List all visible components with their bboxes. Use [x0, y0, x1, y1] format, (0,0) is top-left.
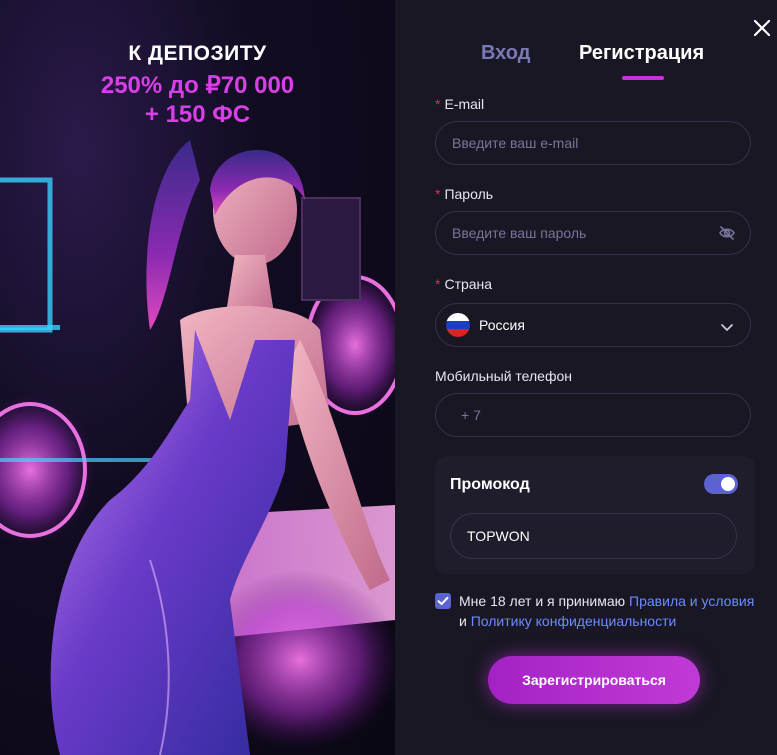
agreement-text-middle: и — [459, 613, 471, 629]
agreement-text-before: Мне 18 лет и я принимаю — [459, 593, 630, 609]
country-select[interactable]: Россия — [435, 303, 751, 347]
password-label: * Пароль — [435, 186, 493, 202]
promo-code-label: Промокод — [450, 476, 530, 493]
rules-link[interactable]: Правила и условия — [629, 593, 754, 609]
country-value: Россия — [479, 317, 525, 333]
required-marker: * — [435, 96, 441, 112]
email-field[interactable]: Введите ваш e-mail — [435, 121, 751, 165]
promo-bonus-line1: 250% до ₽70 000 — [100, 72, 295, 99]
toggle-knob — [721, 477, 735, 491]
auth-tabs: Вход Регистрация — [395, 42, 777, 82]
password-placeholder: Введите ваш пароль — [452, 225, 587, 241]
agreement-text: Мне 18 лет и я принимаю Правила и услови… — [459, 591, 759, 631]
promo-code-section: Промокод TOPWON — [435, 456, 755, 574]
toggle-password-visibility[interactable] — [718, 224, 736, 245]
register-button[interactable]: Зарегистрироваться — [488, 656, 700, 704]
close-icon — [753, 19, 771, 37]
email-placeholder: Введите ваш e-mail — [452, 135, 579, 151]
phone-field[interactable]: + 7 — [435, 393, 751, 437]
promo-title: К ДЕПОЗИТУ — [128, 42, 267, 65]
privacy-link[interactable]: Политику конфиденциальности — [471, 613, 677, 629]
promo-bonus: 250% до ₽70 000 + 150 ФС — [0, 71, 395, 129]
tab-register[interactable]: Регистрация — [579, 42, 704, 65]
close-button[interactable] — [751, 17, 773, 39]
promo-bonus-line2: + 150 ФС — [144, 101, 251, 128]
password-label-text: Пароль — [444, 186, 494, 202]
active-tab-indicator — [622, 76, 664, 80]
email-label-text: E-mail — [444, 96, 485, 112]
required-marker: * — [435, 276, 441, 292]
required-marker: * — [435, 186, 441, 202]
promo-code-input[interactable]: TOPWON — [450, 513, 737, 559]
password-field[interactable]: Введите ваш пароль — [435, 211, 751, 255]
check-icon — [437, 596, 449, 605]
phone-label: Мобильный телефон — [435, 368, 572, 384]
promo-banner: К ДЕПОЗИТУ 250% до ₽70 000 + 150 ФС — [0, 0, 395, 755]
chevron-down-icon — [720, 320, 734, 336]
registration-form-panel: Вход Регистрация * E-mail Введите ваш e-m… — [395, 0, 777, 755]
registration-modal: К ДЕПОЗИТУ 250% до ₽70 000 + 150 ФС Вход… — [0, 0, 777, 755]
promo-code-toggle[interactable] — [704, 474, 738, 494]
phone-prefix: + 7 — [461, 407, 481, 423]
eye-off-icon — [719, 226, 735, 240]
tab-login[interactable]: Вход — [481, 42, 530, 65]
russia-flag-icon — [446, 313, 470, 337]
country-label-text: Страна — [444, 276, 493, 292]
country-label: * Страна — [435, 276, 492, 292]
email-label: * E-mail — [435, 96, 484, 112]
agreement-checkbox[interactable] — [435, 593, 451, 609]
